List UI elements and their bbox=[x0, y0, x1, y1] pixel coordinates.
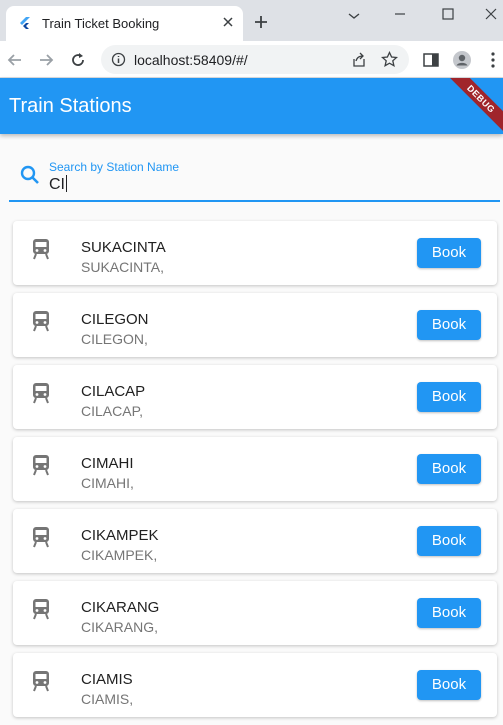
station-name: CIAMIS bbox=[81, 671, 133, 688]
site-info-icon[interactable] bbox=[111, 52, 126, 67]
browser-tabstrip: Train Ticket Booking bbox=[0, 0, 503, 41]
search-input-value: CI bbox=[49, 176, 65, 193]
tab-title: Train Ticket Booking bbox=[42, 16, 160, 31]
close-tab-icon[interactable] bbox=[220, 14, 236, 30]
train-icon bbox=[33, 311, 49, 332]
book-button[interactable]: Book bbox=[417, 238, 481, 268]
train-icon bbox=[33, 455, 49, 476]
station-subtitle: SUKACINTA, bbox=[81, 259, 164, 275]
train-icon bbox=[33, 383, 49, 404]
page-title: Train Stations bbox=[9, 95, 132, 117]
station-name: CIKARANG bbox=[81, 599, 160, 616]
station-name: CILACAP bbox=[81, 383, 146, 400]
station-subtitle: CIMAHI, bbox=[81, 475, 134, 491]
train-icon bbox=[33, 239, 49, 260]
station-card: CILEGON CILEGON, Book bbox=[13, 293, 497, 357]
station-list: SUKACINTA SUKACINTA, Book CILEGON CILEGO… bbox=[13, 221, 497, 725]
search-label: Search by Station Name bbox=[49, 160, 180, 174]
station-card: CIKAMPEK CIKAMPEK, Book bbox=[13, 509, 497, 573]
app-bar: Train Stations DEBUG bbox=[0, 78, 503, 134]
browser-menu-icon[interactable] bbox=[483, 50, 503, 70]
station-name: SUKACINTA bbox=[81, 239, 166, 256]
station-card: CIKARANG CIKARANG, Book bbox=[13, 581, 497, 645]
forward-icon[interactable] bbox=[37, 51, 55, 69]
book-button[interactable]: Book bbox=[417, 526, 481, 556]
search-input[interactable]: CI bbox=[49, 175, 67, 194]
flutter-logo-icon bbox=[20, 17, 30, 29]
share-icon[interactable] bbox=[351, 52, 367, 68]
url-text: localhost:58409/#/ bbox=[134, 52, 248, 68]
bookmark-star-icon[interactable] bbox=[381, 51, 398, 68]
train-icon bbox=[33, 671, 49, 692]
book-button[interactable]: Book bbox=[417, 454, 481, 484]
station-card: SUKACINTA SUKACINTA, Book bbox=[13, 221, 497, 285]
book-button[interactable]: Book bbox=[417, 310, 481, 340]
address-bar[interactable]: localhost:58409/#/ bbox=[101, 45, 409, 74]
search-icon bbox=[20, 165, 39, 184]
book-button[interactable]: Book bbox=[417, 670, 481, 700]
station-name: CILEGON bbox=[81, 311, 149, 328]
station-subtitle: CIAMIS, bbox=[81, 691, 134, 707]
profile-avatar-icon[interactable] bbox=[452, 50, 472, 70]
minimize-icon[interactable] bbox=[346, 6, 362, 22]
train-icon bbox=[33, 527, 49, 548]
close-window-icon[interactable] bbox=[483, 6, 499, 22]
debug-banner: DEBUG bbox=[440, 78, 503, 134]
station-name: CIKAMPEK bbox=[81, 527, 159, 544]
new-tab-icon[interactable] bbox=[253, 14, 269, 30]
station-subtitle: CILACAP, bbox=[81, 403, 143, 419]
station-card: CIAMIS CIAMIS, Book bbox=[13, 653, 497, 717]
reload-icon[interactable] bbox=[69, 51, 87, 69]
book-button[interactable]: Book bbox=[417, 598, 481, 628]
station-subtitle: CIKAMPEK, bbox=[81, 547, 158, 563]
station-search-field[interactable]: Search by Station Name CI bbox=[9, 150, 500, 202]
train-icon bbox=[33, 599, 49, 620]
text-caret bbox=[66, 175, 67, 192]
back-icon[interactable] bbox=[6, 51, 24, 69]
station-subtitle: CIKARANG, bbox=[81, 619, 159, 635]
station-card: CIMAHI CIMAHI, Book bbox=[13, 437, 497, 501]
minimize-window-icon[interactable] bbox=[392, 6, 408, 22]
browser-tab[interactable]: Train Ticket Booking bbox=[6, 6, 243, 41]
side-panel-icon[interactable] bbox=[421, 50, 441, 70]
book-button[interactable]: Book bbox=[417, 382, 481, 412]
station-card: CILACAP CILACAP, Book bbox=[13, 365, 497, 429]
station-subtitle: CILEGON, bbox=[81, 331, 148, 347]
station-name: CIMAHI bbox=[81, 455, 134, 472]
browser-toolbar: localhost:58409/#/ bbox=[0, 41, 503, 78]
maximize-icon[interactable] bbox=[440, 6, 456, 22]
